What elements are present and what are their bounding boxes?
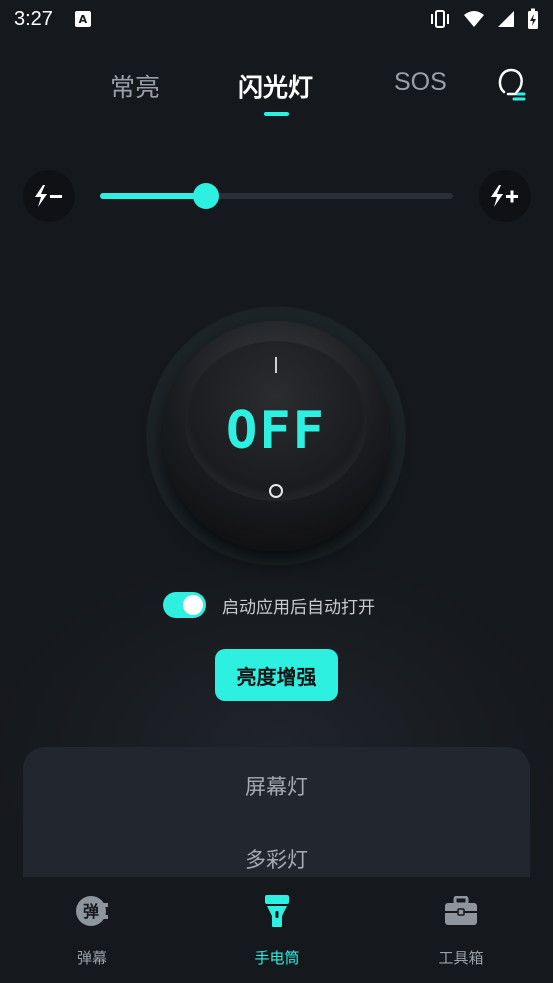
increase-button[interactable] [479, 170, 531, 222]
tab-flash[interactable]: 闪光灯 [238, 68, 313, 104]
auto-open-toggle[interactable] [163, 592, 206, 618]
off-mark [269, 484, 283, 498]
slider-fill [100, 193, 206, 199]
nav-label-toolbox: 工具箱 [438, 949, 484, 967]
nav-item-flashlight[interactable]: 手电筒 [207, 877, 347, 983]
flashlight-icon [264, 893, 290, 929]
nav-item-toolbox[interactable]: 工具箱 [391, 877, 531, 983]
danmu-icon: 弹 [75, 893, 109, 929]
flash-minus-icon [35, 185, 62, 207]
nav-label-flashlight: 手电筒 [254, 949, 300, 967]
toggle-knob [183, 595, 203, 615]
battery-icon [528, 8, 538, 29]
tab-sos[interactable]: SOS [394, 68, 447, 97]
slider-track[interactable] [100, 193, 453, 199]
tab-steady[interactable]: 常亮 [110, 68, 160, 104]
toolbox-icon [444, 893, 478, 929]
flash-plus-icon [491, 185, 518, 207]
signal-icon [498, 11, 514, 27]
nav-label-danmu: 弹幕 [76, 949, 107, 967]
flash-speed-slider [23, 170, 531, 222]
wifi-icon [464, 11, 484, 27]
mode-tabs: 常亮 闪光灯 SOS [0, 60, 553, 120]
sheet-item-color-light[interactable]: 多彩灯 [23, 844, 530, 874]
power-state-label: OFF [226, 401, 326, 461]
auto-open-row: 启动应用后自动打开 [163, 592, 375, 618]
user-icon[interactable] [496, 66, 526, 102]
decrease-button[interactable] [23, 170, 75, 222]
nav-item-danmu[interactable]: 弹 弹幕 [22, 877, 162, 983]
vibrate-icon [431, 10, 449, 28]
slider-thumb[interactable] [192, 183, 219, 209]
sheet-item-screen-light[interactable]: 屏幕灯 [23, 771, 530, 801]
status-bar: 3:27 A [0, 0, 553, 38]
svg-text:弹: 弹 [83, 902, 99, 921]
bottom-nav: 弹 弹幕 手电筒 工具箱 [0, 877, 553, 983]
active-tab-indicator [264, 112, 289, 116]
power-knob[interactable]: OFF [163, 321, 389, 551]
on-mark [275, 357, 277, 373]
notification-a-icon: A [74, 11, 91, 27]
light-modes-sheet: 屏幕灯 多彩灯 [23, 747, 530, 887]
auto-open-label: 启动应用后自动打开 [222, 597, 375, 618]
brightness-boost-button[interactable]: 亮度增强 [215, 649, 338, 701]
power-switch[interactable]: OFF [147, 307, 405, 565]
status-time: 3:27 [14, 7, 53, 30]
